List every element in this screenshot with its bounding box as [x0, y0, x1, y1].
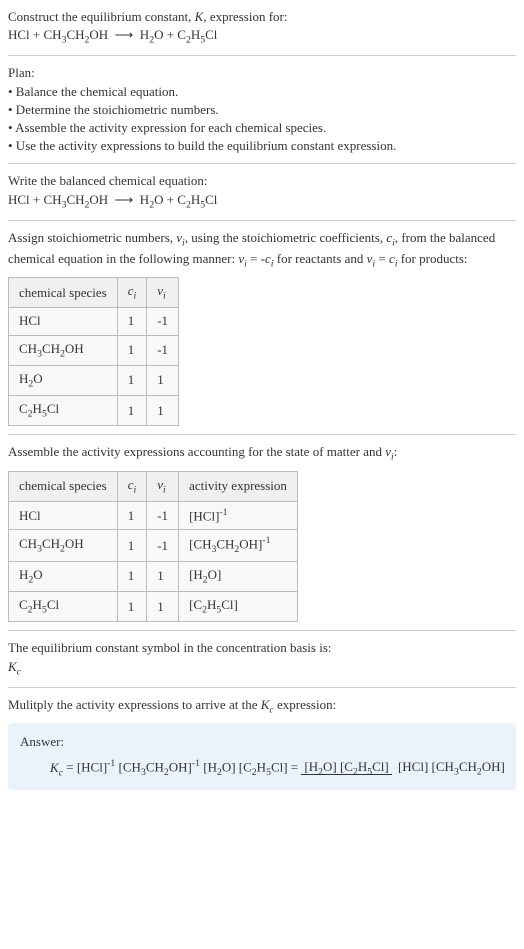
col-ci: ci [117, 278, 147, 308]
plan-title: Plan: [8, 64, 516, 82]
cell-ci: 1 [117, 365, 147, 395]
cell-species: CH3CH2OH [9, 530, 118, 562]
table-row: C2H5Cl 1 1 [C2H5Cl] [9, 592, 298, 622]
cell-species: C2H5Cl [9, 396, 118, 426]
stoich-section: Assign stoichiometric numbers, νi, using… [8, 229, 516, 427]
divider [8, 220, 516, 221]
col-vi: νi [147, 278, 179, 308]
table-row: CH3CH2OH 1 -1 [CH3CH2OH]-1 [9, 530, 298, 562]
col-ci: ci [117, 471, 147, 501]
plan-item: • Use the activity expressions to build … [8, 137, 516, 155]
multiply-line: Mulitply the activity expressions to arr… [8, 696, 516, 717]
cell-ci: 1 [117, 561, 147, 591]
divider [8, 55, 516, 56]
answer-box: Answer: Kc = [HCl]-1 [CH3CH2OH]-1 [H2O] … [8, 723, 516, 790]
frac-denominator: [HCl] [CH3CH2OH] [395, 759, 508, 774]
activity-table: chemical species ci νi activity expressi… [8, 471, 298, 623]
cell-ci: 1 [117, 396, 147, 426]
table-row: HCl 1 -1 [9, 308, 179, 335]
cell-vi: 1 [147, 396, 179, 426]
header-equation: HCl + CH3CH2OH ⟶ H2O + C2H5Cl [8, 26, 516, 47]
cell-species: HCl [9, 501, 118, 530]
cell-species: HCl [9, 308, 118, 335]
balanced-equation: HCl + CH3CH2OH ⟶ H2O + C2H5Cl [8, 191, 516, 212]
table-row: H2O 1 1 [H2O] [9, 561, 298, 591]
basis-section: The equilibrium constant symbol in the c… [8, 639, 516, 678]
cell-species: H2O [9, 561, 118, 591]
cell-vi: 1 [147, 365, 179, 395]
cell-ci: 1 [117, 501, 147, 530]
col-expr: activity expression [179, 471, 298, 501]
cell-species: C2H5Cl [9, 592, 118, 622]
cell-expr: [CH3CH2OH]-1 [179, 530, 298, 562]
divider [8, 630, 516, 631]
col-vi: νi [147, 471, 179, 501]
basis-line1: The equilibrium constant symbol in the c… [8, 639, 516, 657]
cell-vi: -1 [147, 308, 179, 335]
cell-expr: [H2O] [179, 561, 298, 591]
activity-section: Assemble the activity expressions accoun… [8, 443, 516, 622]
plan-item: • Balance the chemical equation. [8, 83, 516, 101]
cell-ci: 1 [117, 530, 147, 562]
cell-vi: -1 [147, 530, 179, 562]
cell-expr: [HCl]-1 [179, 501, 298, 530]
cell-ci: 1 [117, 592, 147, 622]
plan-section: Plan: • Balance the chemical equation. •… [8, 64, 516, 155]
basis-symbol: Kc [8, 658, 516, 679]
col-species: chemical species [9, 278, 118, 308]
cell-vi: -1 [147, 501, 179, 530]
plan-item: • Determine the stoichiometric numbers. [8, 101, 516, 119]
table-header-row: chemical species ci νi activity expressi… [9, 471, 298, 501]
divider [8, 163, 516, 164]
cell-species: H2O [9, 365, 118, 395]
table-row: CH3CH2OH 1 -1 [9, 335, 179, 365]
table-row: HCl 1 -1 [HCl]-1 [9, 501, 298, 530]
frac-numerator: [H2O] [C2H5Cl] [301, 759, 391, 775]
answer-label: Answer: [20, 733, 504, 751]
table-header-row: chemical species ci νi [9, 278, 179, 308]
balanced-title: Write the balanced chemical equation: [8, 172, 516, 190]
stoich-table: chemical species ci νi HCl 1 -1 CH3CH2OH… [8, 277, 179, 426]
cell-expr: [C2H5Cl] [179, 592, 298, 622]
divider [8, 687, 516, 688]
col-species: chemical species [9, 471, 118, 501]
plan-item: • Assemble the activity expression for e… [8, 119, 516, 137]
multiply-section: Mulitply the activity expressions to arr… [8, 696, 516, 717]
table-row: C2H5Cl 1 1 [9, 396, 179, 426]
cell-species: CH3CH2OH [9, 335, 118, 365]
cell-vi: 1 [147, 592, 179, 622]
header-section: Construct the equilibrium constant, K, e… [8, 8, 516, 47]
answer-fraction: [H2O] [C2H5Cl] [HCl] [CH3CH2OH] [301, 758, 507, 779]
cell-vi: -1 [147, 335, 179, 365]
activity-intro: Assemble the activity expressions accoun… [8, 443, 516, 464]
stoich-intro: Assign stoichiometric numbers, νi, using… [8, 229, 516, 271]
answer-expression: Kc = [HCl]-1 [CH3CH2OH]-1 [H2O] [C2H5Cl]… [50, 757, 504, 780]
header-line1: Construct the equilibrium constant, K, e… [8, 8, 516, 26]
divider [8, 434, 516, 435]
cell-ci: 1 [117, 308, 147, 335]
balanced-section: Write the balanced chemical equation: HC… [8, 172, 516, 211]
table-row: H2O 1 1 [9, 365, 179, 395]
cell-vi: 1 [147, 561, 179, 591]
cell-ci: 1 [117, 335, 147, 365]
